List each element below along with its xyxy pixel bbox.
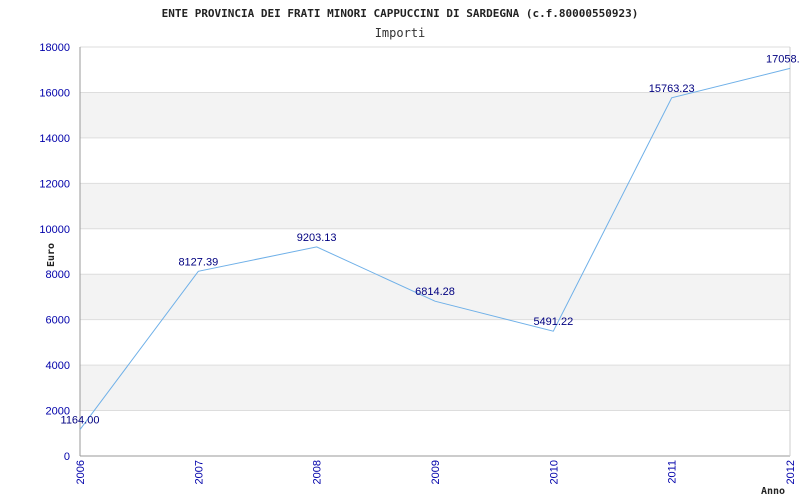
data-label: 9203.13 <box>297 232 337 244</box>
y-tick-label: 14000 <box>39 133 70 145</box>
plot-bands <box>80 92 790 411</box>
x-tick-label: 2011 <box>667 460 679 484</box>
chart-subtitle: Importi <box>375 26 426 40</box>
y-tick-label: 0 <box>64 451 70 463</box>
x-tick-label: 2012 <box>785 460 797 484</box>
x-tick-label: 2010 <box>548 460 560 484</box>
chart-title: ENTE PROVINCIA DEI FRATI MINORI CAPPUCCI… <box>162 7 639 20</box>
data-label: 6814.28 <box>415 286 455 298</box>
data-label: 8127.39 <box>178 256 218 268</box>
y-tick-label: 16000 <box>39 87 70 99</box>
data-label: 17058.8 <box>766 53 800 65</box>
line-chart: 0200040006000800010000120001400016000180… <box>39 7 800 497</box>
x-axis-label: Anno <box>761 486 785 497</box>
y-axis-label: Euro <box>46 243 57 267</box>
x-tick-labels: 2006 2007 2008 2009 2010 2011 2012 <box>75 460 797 484</box>
data-label: 1164.00 <box>61 415 100 427</box>
plot-band <box>80 92 790 138</box>
y-tick-label: 12000 <box>39 178 70 190</box>
data-label: 5491.22 <box>533 316 573 328</box>
plot-band <box>80 365 790 411</box>
y-tick-label: 6000 <box>46 315 70 327</box>
y-tick-label: 10000 <box>39 224 70 236</box>
x-tick-label: 2007 <box>193 460 205 484</box>
y-tick-label: 4000 <box>46 360 70 372</box>
x-tick-label: 2006 <box>75 460 87 484</box>
y-tick-label: 18000 <box>39 42 70 54</box>
data-label: 15763.23 <box>649 83 695 95</box>
x-tick-label: 2008 <box>312 460 324 484</box>
x-tick-label: 2009 <box>430 460 442 484</box>
y-tick-label: 8000 <box>46 269 70 281</box>
plot-band <box>80 183 790 229</box>
